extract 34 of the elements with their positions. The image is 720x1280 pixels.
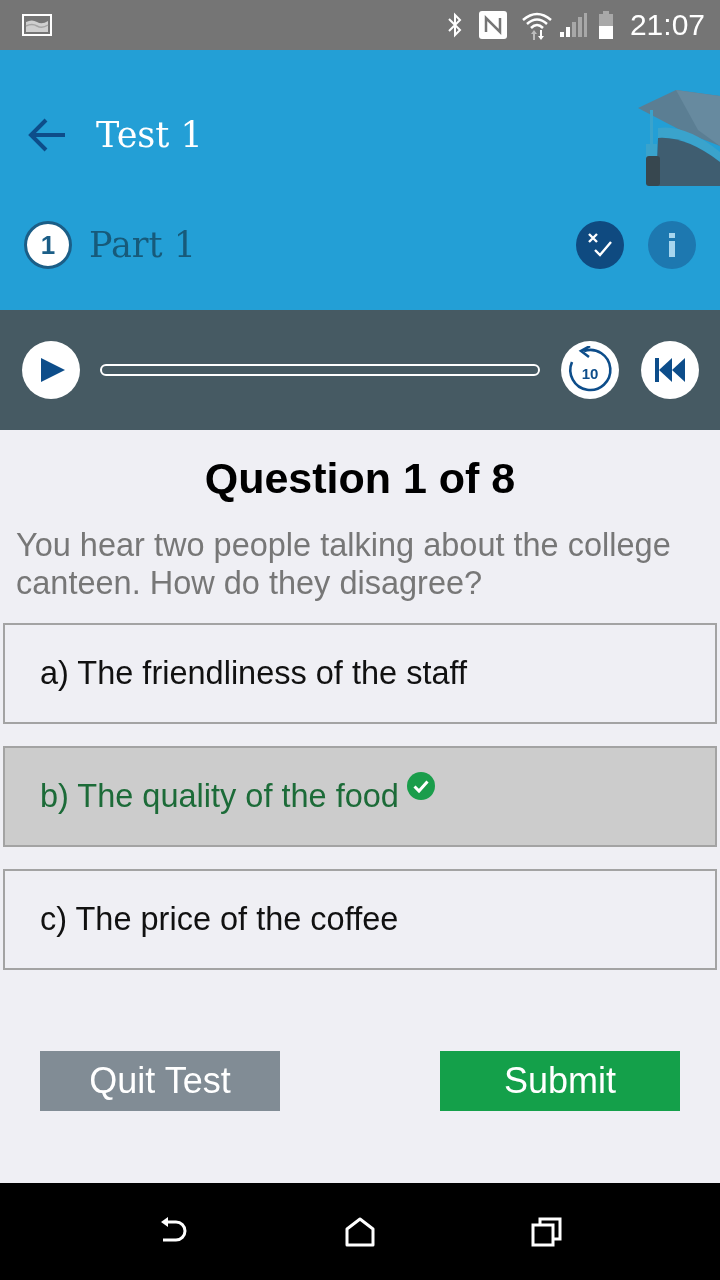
battery-icon <box>598 11 613 39</box>
skip-back-icon <box>655 358 685 382</box>
bluetooth-icon <box>446 12 463 38</box>
clock-time: 21:07 <box>629 8 705 42</box>
nfc-icon <box>478 11 507 39</box>
cross-and-tick-icon <box>587 232 613 258</box>
home-icon[interactable] <box>344 1215 376 1248</box>
replay-10-button[interactable]: 10 <box>561 341 619 399</box>
part-title: Part 1 <box>89 225 197 265</box>
test-title: Test 1 <box>96 115 203 155</box>
answer-option[interactable]: a) The friendliness of the staff <box>3 623 717 724</box>
answer-text: c) The price of the coffee <box>40 901 399 938</box>
skip-to-start-button[interactable] <box>641 341 699 399</box>
wifi-icon <box>520 10 553 40</box>
answer-text: b) The quality of the food <box>40 778 399 815</box>
image-icon <box>22 14 52 36</box>
question-prompt: You hear two people talking about the college canteen. How do they disagree? <box>16 526 672 602</box>
info-icon <box>669 233 675 257</box>
back-arrow-icon <box>28 117 66 153</box>
check-answers-button[interactable] <box>576 221 624 269</box>
graduation-cap-icon <box>638 90 720 186</box>
answer-text: a) The friendliness of the staff <box>40 655 467 692</box>
recent-apps-icon[interactable] <box>531 1215 563 1248</box>
answer-option[interactable]: c) The price of the coffee <box>3 869 717 970</box>
answer-option[interactable]: b) The quality of the food <box>3 746 717 847</box>
audio-progress-track[interactable] <box>100 364 540 376</box>
info-button[interactable] <box>648 221 696 269</box>
part-number-badge: 1 <box>24 221 72 269</box>
back-button[interactable] <box>28 117 66 153</box>
question-heading: Question 1 of 8 <box>203 454 517 502</box>
play-button[interactable] <box>22 341 80 399</box>
circular-arrow-icon <box>566 346 614 394</box>
play-icon <box>41 358 65 382</box>
signal-icon <box>559 13 587 37</box>
